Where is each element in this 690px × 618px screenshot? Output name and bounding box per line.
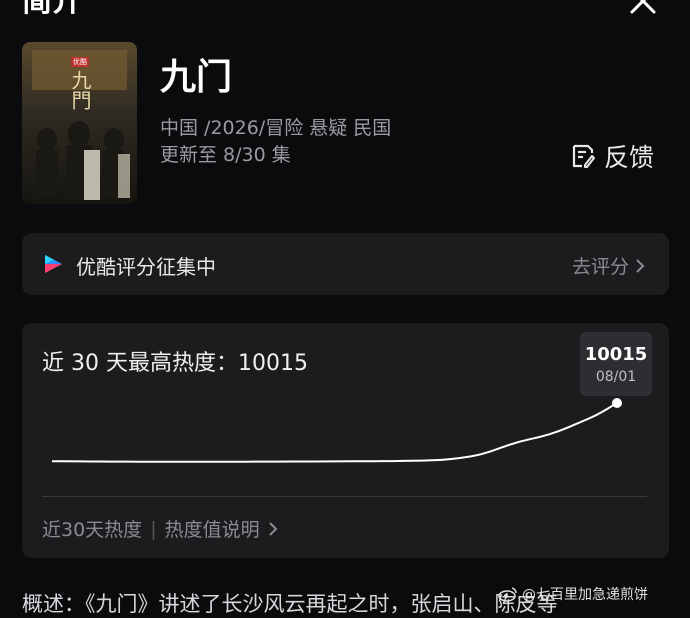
feedback-icon <box>572 144 595 168</box>
chevron-right-icon <box>636 258 645 273</box>
rate-button[interactable]: 去评分 <box>572 252 645 279</box>
poster-badge: 优酷 <box>71 57 89 67</box>
summary-text: 概述：《九门》讲述了长沙风云再起之时，张启山、陈皮等 <box>22 592 558 616</box>
heat-card: 近 30 天最高热度：10015 10015 08/01 近30天热度 | 热度… <box>22 323 669 558</box>
chevron-right-icon[interactable] <box>268 521 278 537</box>
feedback-button[interactable]: 反馈 <box>570 138 654 174</box>
rating-title: 优酷评分征集中 <box>76 255 216 279</box>
heat-series-line <box>51 401 619 463</box>
top-bar: 简介 <box>0 0 690 22</box>
page-title: 简介 <box>22 0 82 19</box>
peak-point <box>612 398 622 408</box>
heat-explain-link[interactable]: 热度值说明 <box>165 515 260 542</box>
heat-period-label: 近30天热度 <box>42 519 143 541</box>
watermark-text: @七百里加急递煎饼 <box>522 587 648 603</box>
peak-tooltip: 10015 08/01 <box>580 332 652 396</box>
watermark: @七百里加急递煎饼 <box>498 584 648 604</box>
poster-title: 九門 <box>68 70 92 110</box>
heat-footer: 近30天热度 | 热度值说明 <box>42 515 278 542</box>
episode-status: 更新至 8/30 集 <box>160 144 291 166</box>
peak-date: 08/01 <box>595 369 637 385</box>
drama-meta: 中国 /2026/冒险 悬疑 民国 <box>160 117 392 139</box>
close-button[interactable] <box>628 0 658 16</box>
feedback-label: 反馈 <box>604 143 655 172</box>
rate-button-label: 去评分 <box>571 256 629 278</box>
poster-image[interactable]: 优酷 九門 <box>22 42 137 204</box>
divider <box>42 496 647 497</box>
peak-value: 10015 <box>584 344 648 365</box>
heat-line-chart <box>51 398 622 463</box>
separator: | <box>150 517 157 540</box>
close-icon <box>630 0 656 14</box>
rating-card[interactable]: 优酷评分征集中 去评分 <box>22 233 669 295</box>
youku-logo-icon <box>45 255 62 273</box>
drama-title: 九门 <box>160 57 233 98</box>
weibo-icon <box>498 587 517 602</box>
